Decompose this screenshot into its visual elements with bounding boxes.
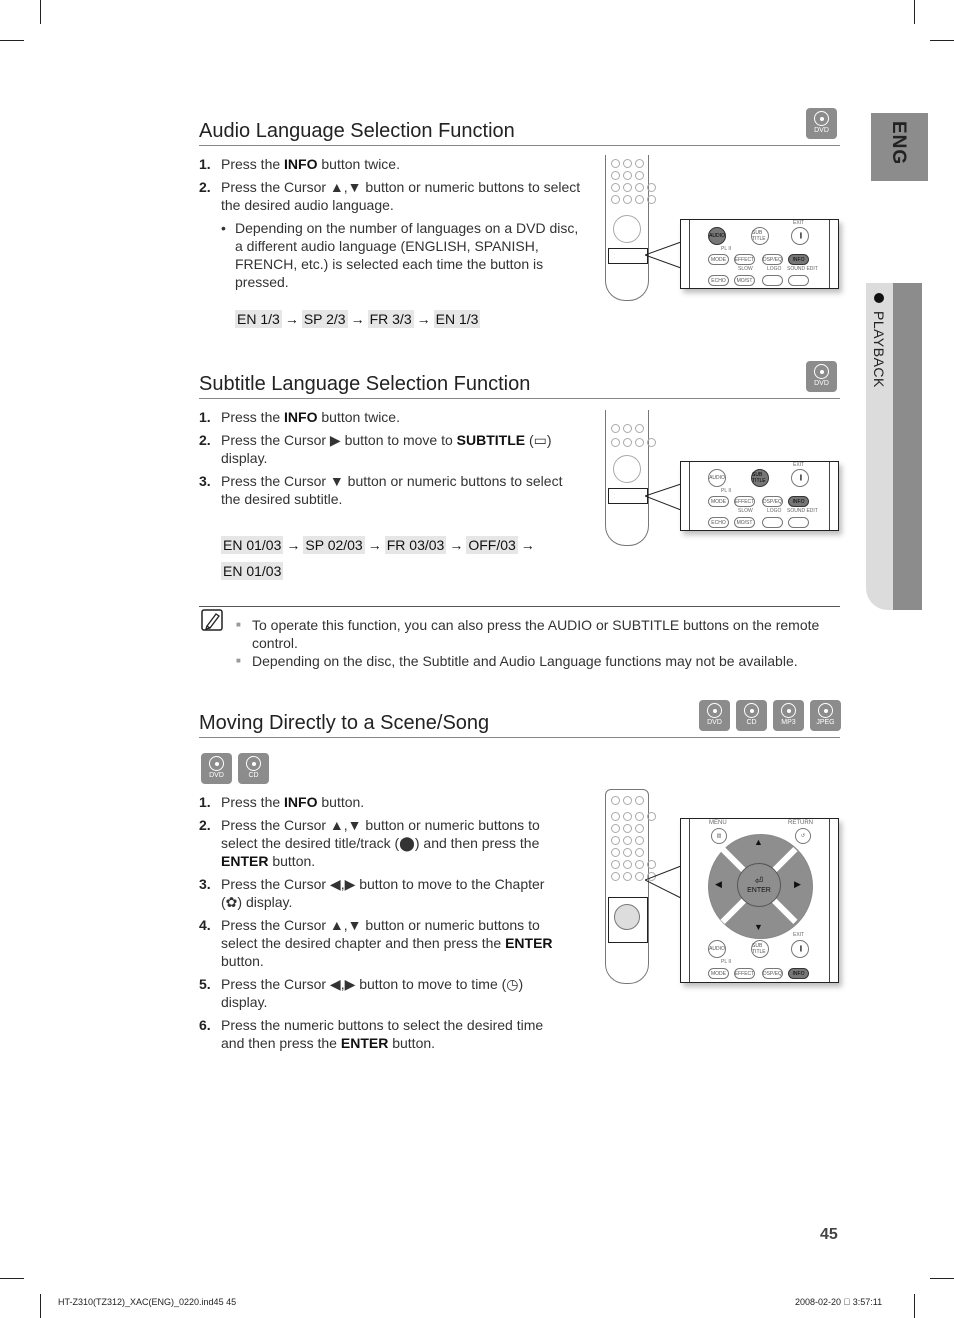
sub-disc-badges: DVD CD: [201, 753, 269, 784]
cd-badge-icon: CD: [736, 700, 767, 731]
zoom-connector: [645, 865, 682, 899]
bullet-icon: [874, 293, 884, 303]
info-button: INFO: [788, 254, 809, 265]
chapter-tab: PLAYBACK: [866, 283, 922, 610]
crop-mark: [930, 40, 954, 41]
exit-button: ▐: [791, 227, 809, 245]
info-button: INFO: [788, 496, 809, 507]
audio-button: AUDIO: [708, 940, 726, 958]
section-title-subtitle: Subtitle Language Selection Function: [199, 372, 840, 399]
audio-button: AUDIO: [708, 469, 726, 487]
audio-steps: 1. Press the INFO button twice. 2. Press t…: [199, 155, 584, 291]
language-tab: ENG: [871, 113, 928, 181]
menu-button: ▥: [711, 828, 727, 844]
step: 4. Press the Cursor ▲,▼ button or numeric…: [199, 917, 553, 969]
remote-illustration: [605, 789, 656, 984]
remote-highlight-box: [608, 248, 648, 264]
step: 5. Press the Cursor ◀,▶ button to move to…: [199, 976, 524, 1010]
crop-mark: [0, 1278, 24, 1279]
disc-badges: DVD: [806, 361, 837, 392]
crop-mark: [914, 0, 915, 24]
cursor-up-icon: ▲: [754, 837, 763, 847]
exit-button: ▐: [791, 940, 809, 958]
remote-zoom-subtitle: AUDIO SUB TITLE EXIT ▐ PL II MODE EFFECT…: [680, 461, 839, 531]
note-box: ■ To operate this function, you can also …: [199, 606, 840, 669]
crop-mark: [40, 1294, 41, 1318]
language-tab-label: ENG: [888, 121, 909, 166]
remote-highlight-box: [608, 488, 648, 504]
subtitle-sequence: EN 01/03 → SP 02/03 → FR 03/03 → OFF/03 → EN 01/…: [221, 536, 535, 580]
info-button: INFO: [788, 968, 809, 979]
footer-file: HT-Z310(TZ312)_XAC(ENG)_0220.ind45 45: [58, 1297, 237, 1307]
crop-mark: [0, 40, 24, 41]
step: 1. Press the INFO button.: [199, 794, 365, 810]
audio-sequence: EN 1/3 → SP 2/3 → FR 3/3 → EN 1/3: [235, 310, 481, 328]
step: 3. Press the Cursor ▼ button or numeric b…: [199, 473, 563, 507]
step: 1. Press the INFO button twice.: [199, 409, 400, 425]
scene-steps: 1. Press the INFO button. 2. Press the Cur…: [199, 793, 564, 1057]
note-item: ■ Depending on the disc, the Subtitle and…: [236, 653, 798, 669]
chapter-tab-label: PLAYBACK: [871, 311, 887, 388]
step: 2. Press the Cursor ▲,▼ button or numeric…: [199, 817, 540, 869]
step: 6. Press the numeric buttons to select th…: [199, 1017, 544, 1051]
return-button: ↺: [795, 828, 811, 844]
subtitle-button: SUB TITLE: [751, 227, 769, 245]
jpeg-badge-icon: JPEG: [810, 700, 841, 731]
disc-badges: DVD CD MP3 JPEG: [699, 700, 841, 731]
enter-button: ⏎ ENTER: [737, 863, 781, 907]
disc-badges: DVD: [806, 108, 837, 139]
crop-mark: [930, 1278, 954, 1279]
subtitle-button: SUB TITLE: [751, 469, 769, 487]
cursor-left-icon: ◀: [715, 879, 722, 889]
crop-mark: [914, 1294, 915, 1318]
section-title-audio: Audio Language Selection Function: [199, 119, 840, 146]
mp3-badge-icon: MP3: [773, 700, 804, 731]
step: 2. Press the Cursor ▲,▼ button or numeric…: [199, 179, 581, 213]
dvd-badge-icon: DVD: [806, 361, 837, 392]
step: 1. Press the INFO button twice.: [199, 156, 400, 172]
remote-zoom-audio: AUDIO SUB TITLE EXIT ▐ PL II MODE EFFECT…: [680, 219, 839, 289]
zoom-connector: [645, 483, 682, 511]
note-item: ■ To operate this function, you can also …: [236, 617, 820, 651]
remote-illustration: [605, 410, 656, 546]
step: 2. Press the Cursor ▶ button to move to S…: [199, 432, 552, 466]
zoom-connector: [645, 241, 682, 269]
dvd-badge-icon: DVD: [806, 108, 837, 139]
cursor-right-icon: ▶: [794, 879, 801, 889]
step: 3. Press the Cursor ◀,▶ button to move to…: [199, 876, 545, 910]
remote-zoom-enter: MENU ▥ RETURN ↺ ▲ ▼ ◀ ▶ ⏎ ENTER EXIT AUDI…: [680, 818, 839, 983]
audio-button: AUDIO: [708, 227, 726, 245]
subtitle-button: SUB TITLE: [751, 940, 769, 958]
bullet-note: • Depending on the number of languages on…: [221, 220, 579, 290]
page-number: 45: [820, 1226, 838, 1243]
exit-button: ▐: [791, 469, 809, 487]
dvd-badge-icon: DVD: [201, 753, 232, 784]
cursor-down-icon: ▼: [754, 922, 763, 932]
cd-badge-icon: CD: [238, 753, 269, 784]
crop-mark: [40, 0, 41, 24]
footer-timestamp: 2008-02-20 ⃞ 3:57:11: [795, 1297, 883, 1307]
remote-illustration: [605, 155, 656, 301]
dvd-badge-icon: DVD: [699, 700, 730, 731]
subtitle-steps: 1. Press the INFO button twice. 2. Press t…: [199, 408, 571, 513]
note-pencil-icon: [201, 609, 223, 631]
